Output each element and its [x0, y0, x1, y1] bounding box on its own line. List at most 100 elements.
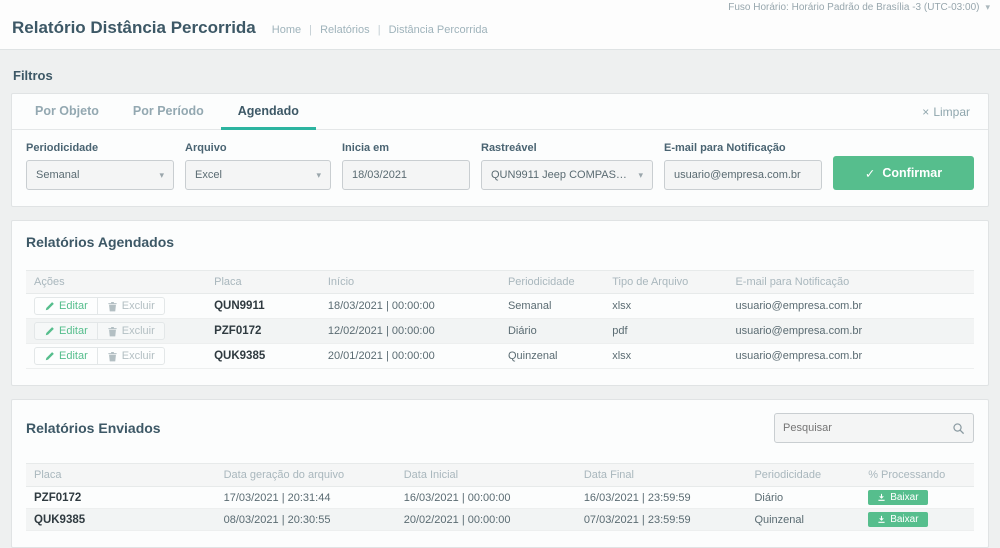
trash-icon [108, 326, 117, 336]
placa-cell: QUN9911 [206, 293, 320, 319]
download-button[interactable]: Baixar [868, 490, 928, 505]
column-header-email: E-mail para Notificação [727, 270, 974, 294]
scheduled-table: Ações Placa Início Periodicidade Tipo de… [26, 270, 974, 369]
column-header-periodicidade: Periodicidade [746, 463, 861, 487]
tipo-arquivo-cell: xlsx [604, 293, 728, 319]
actions-cell: Editar Excluir [26, 343, 207, 369]
processando-cell: Baixar [860, 486, 974, 509]
clear-label: Limpar [933, 104, 970, 119]
data-geracao-cell: 08/03/2021 | 20:30:55 [215, 508, 396, 531]
processando-cell: Baixar [860, 508, 974, 531]
delete-button[interactable]: Excluir [96, 323, 164, 339]
column-header-tipo-arquivo: Tipo de Arquivo [604, 270, 728, 294]
email-cell: usuario@empresa.com.br [727, 293, 974, 319]
arquivo-value: Excel [195, 169, 222, 181]
column-header-processando: % Processando [860, 463, 974, 487]
email-cell: usuario@empresa.com.br [727, 343, 974, 369]
column-header-data-geracao: Data geração do arquivo [215, 463, 396, 487]
column-header-placa: Placa [206, 270, 320, 294]
periodicidade-cell: Semanal [499, 293, 605, 319]
chevron-down-icon: ▾ [159, 169, 164, 180]
periodicidade-label: Periodicidade [26, 142, 99, 154]
search-icon[interactable] [952, 422, 965, 435]
search-input[interactable] [783, 422, 952, 434]
edit-button[interactable]: Editar [35, 348, 97, 364]
tab-agendado[interactable]: Agendado [220, 94, 316, 130]
trash-icon [108, 351, 117, 361]
scheduled-reports-title: Relatórios Agendados [26, 234, 175, 250]
sent-reports-title: Relatórios Enviados [26, 420, 161, 436]
sent-reports-card: Relatórios Enviados Placa Data geração d… [11, 399, 989, 548]
header-band: Fuso Horário: Horário Padrão de Brasília… [0, 0, 1000, 50]
download-icon [878, 515, 885, 523]
rastreavel-select[interactable]: QUN9911 Jeep COMPASS LONGIT ▾ [481, 160, 653, 190]
delete-button[interactable]: Excluir [96, 348, 164, 364]
breadcrumb: Home | Relatórios | Distância Percorrida [272, 24, 488, 36]
tipo-arquivo-cell: pdf [604, 318, 728, 344]
periodicidade-cell: Diário [746, 486, 861, 509]
placa-cell: PZF0172 [206, 318, 320, 344]
chevron-down-icon: ▾ [316, 169, 321, 180]
download-icon [878, 493, 885, 501]
email-input[interactable] [664, 160, 822, 190]
table-row: PZF0172 17/03/2021 | 20:31:44 16/03/2021… [26, 486, 974, 509]
trash-icon [108, 301, 117, 311]
inicia-em-input[interactable] [342, 160, 470, 190]
table-row: Editar Excluir PZF0172 12/02/2021 | 00:0… [26, 318, 974, 344]
filters-section-title: Filtros [13, 68, 53, 83]
periodicidade-value: Semanal [36, 169, 80, 181]
data-inicial-cell: 16/03/2021 | 00:00:00 [395, 486, 576, 509]
arquivo-field: Arquivo Excel ▾ [185, 142, 331, 190]
periodicidade-cell: Quinzenal [499, 343, 605, 369]
placa-cell: QUK9385 [206, 343, 320, 369]
inicio-cell: 18/03/2021 | 00:00:00 [319, 293, 500, 319]
rastreavel-field: Rastreável QUN9911 Jeep COMPASS LONGIT ▾ [481, 142, 653, 190]
clear-icon: × [922, 104, 930, 119]
main-content: Filtros Por Objeto Por Período Agendado … [0, 50, 1000, 548]
download-button[interactable]: Baixar [868, 512, 928, 527]
edit-icon [45, 301, 54, 310]
arquivo-label: Arquivo [185, 142, 227, 154]
breadcrumb-current: Distância Percorrida [388, 24, 488, 36]
tipo-arquivo-cell: xlsx [604, 343, 728, 369]
breadcrumb-relatorios[interactable]: Relatórios [320, 24, 370, 36]
delete-button[interactable]: Excluir [96, 298, 164, 314]
clear-button[interactable]: × Limpar [922, 105, 970, 119]
scheduled-header-row: Ações Placa Início Periodicidade Tipo de… [26, 270, 974, 294]
column-header-acoes: Ações [26, 270, 207, 294]
tab-por-objeto[interactable]: Por Objeto [18, 94, 116, 130]
column-header-periodicidade: Periodicidade [499, 270, 605, 294]
breadcrumb-separator: | [309, 24, 313, 36]
email-field: E-mail para Notificação [664, 142, 822, 190]
confirmar-button[interactable]: ✓ Confirmar [833, 156, 974, 190]
arquivo-select[interactable]: Excel ▾ [185, 160, 331, 190]
periodicidade-cell: Diário [499, 318, 605, 344]
data-final-cell: 07/03/2021 | 23:59:59 [575, 508, 747, 531]
timezone-text: Fuso Horário: Horário Padrão de Brasília… [728, 2, 980, 13]
page-title: Relatório Distância Percorrida [12, 18, 256, 37]
check-icon: ✓ [864, 166, 876, 181]
edit-button[interactable]: Editar [35, 298, 97, 314]
edit-button[interactable]: Editar [35, 323, 97, 339]
table-row: Editar Excluir QUK9385 20/01/2021 | 00:0… [26, 343, 974, 369]
topbar-caret-icon[interactable]: ▾ [985, 2, 990, 13]
filters-card: Por Objeto Por Período Agendado × Limpar… [11, 93, 989, 207]
breadcrumb-home[interactable]: Home [272, 24, 301, 36]
periodicidade-field: Periodicidade Semanal ▾ [26, 142, 174, 190]
tab-por-periodo[interactable]: Por Período [116, 94, 221, 130]
inicia-em-label: Inicia em [342, 142, 390, 154]
search-box [774, 413, 974, 443]
title-row: Relatório Distância Percorrida Home | Re… [0, 14, 1000, 49]
data-final-cell: 16/03/2021 | 23:59:59 [575, 486, 747, 509]
edit-icon [45, 351, 54, 360]
periodicidade-select[interactable]: Semanal ▾ [26, 160, 174, 190]
email-label: E-mail para Notificação [664, 142, 786, 154]
email-cell: usuario@empresa.com.br [727, 318, 974, 344]
chevron-down-icon: ▾ [638, 169, 643, 180]
table-row: QUK9385 08/03/2021 | 20:30:55 20/02/2021… [26, 508, 974, 531]
data-inicial-cell: 20/02/2021 | 00:00:00 [395, 508, 576, 531]
rastreavel-value: QUN9911 Jeep COMPASS LONGIT [491, 169, 631, 181]
actions-cell: Editar Excluir [26, 318, 207, 344]
actions-cell: Editar Excluir [26, 293, 207, 319]
inicio-cell: 12/02/2021 | 00:00:00 [319, 318, 500, 344]
